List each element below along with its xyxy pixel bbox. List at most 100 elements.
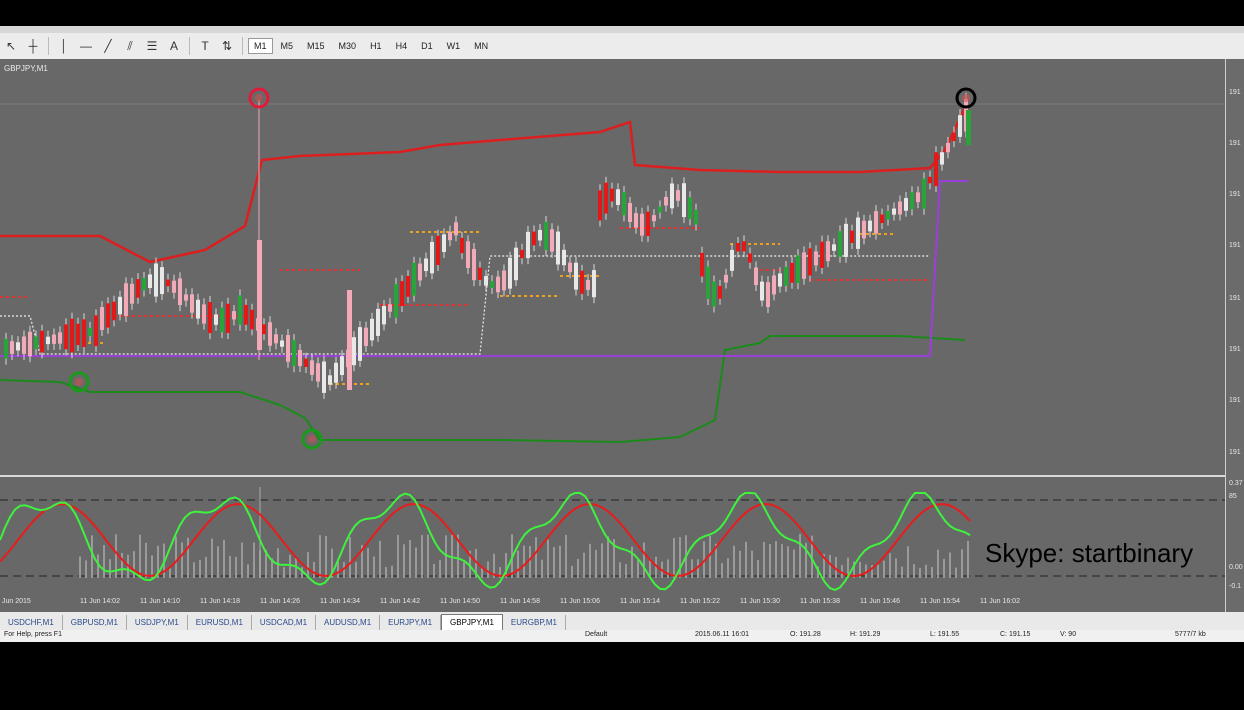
candle-body [166, 279, 170, 287]
candle-body [934, 152, 938, 187]
status-profile: Default [585, 631, 608, 638]
candle-body [736, 242, 740, 252]
time-tick-label: 11 Jun 16:02 [980, 598, 1020, 605]
candle-body [958, 115, 962, 137]
candle-body [904, 198, 908, 211]
time-tick-label: 11 Jun 15:06 [560, 598, 600, 605]
candle-body [160, 267, 164, 295]
candle-body [724, 274, 728, 283]
symbol-tab[interactable]: GBPUSD,M1 [63, 615, 127, 630]
candle-body [142, 277, 146, 291]
candle-body [544, 221, 548, 250]
candle-body [634, 213, 638, 228]
candle-body [394, 283, 398, 318]
candle-body [592, 270, 596, 298]
lower-channel-line [0, 335, 966, 444]
candle-body [100, 307, 104, 330]
price-tick-label: 191 [1229, 346, 1241, 353]
candle-body [718, 285, 722, 299]
upper-channel-line [0, 107, 967, 264]
time-tick-label: 11 Jun 15:54 [920, 598, 960, 605]
candle-body [178, 278, 182, 306]
candle-body [466, 241, 470, 269]
candle-body [82, 319, 86, 348]
symbol-tab[interactable]: EURJPY,M1 [380, 615, 442, 630]
candle-body [664, 196, 668, 206]
candle-body [574, 262, 578, 290]
candle-body [406, 276, 410, 297]
time-tick-label: 11 Jun 14:02 [80, 598, 120, 605]
candle-body [670, 183, 674, 209]
candle-body [844, 223, 848, 257]
stoch-tick-label: 85 [1229, 493, 1237, 500]
candle-body [412, 262, 416, 296]
candle-body [616, 189, 620, 205]
price-tick-label: 191 [1229, 140, 1241, 147]
candle-body [490, 281, 494, 288]
symbol-tab[interactable]: EURGBP,M1 [503, 615, 566, 630]
candle-body [712, 281, 716, 307]
symbol-tab[interactable]: GBPJPY,M1 [441, 614, 503, 630]
candle-body [112, 301, 116, 321]
candle-body [694, 209, 698, 225]
time-tick-label: 11 Jun 14:18 [200, 598, 240, 605]
candle-body [238, 295, 242, 325]
candle-body [274, 334, 278, 344]
candle-body [880, 214, 884, 224]
target-marker-icon-center [962, 94, 970, 102]
candle-body [16, 342, 20, 351]
candle-body [340, 356, 344, 376]
candle-body [748, 253, 752, 263]
price-tick-label: 191 [1229, 191, 1241, 198]
candle-body [676, 190, 680, 201]
candle-body [910, 192, 914, 210]
status-datetime: 2015.06.11 16:01 [695, 631, 749, 638]
symbol-tab[interactable]: AUDUSD,M1 [316, 615, 381, 630]
price-chart[interactable] [0, 0, 1244, 612]
candle-body [940, 152, 944, 165]
candle-body [34, 336, 38, 350]
candle-body [514, 247, 518, 281]
status-high: H: 191.29 [850, 631, 881, 638]
candle-body [10, 341, 14, 355]
time-tick-label: 11 Jun 15:14 [620, 598, 660, 605]
symbol-tab[interactable]: USDCAD,M1 [252, 615, 317, 630]
candle-body [310, 360, 314, 375]
sell-signal-icon-center [255, 94, 263, 102]
candle-body [220, 307, 224, 333]
candle-body [130, 283, 134, 304]
candle-body [298, 349, 302, 367]
status-open: O: 191.28 [790, 631, 821, 638]
candle-body [352, 337, 356, 366]
purple-level-line [0, 180, 968, 357]
time-tick-label: 11 Jun 14:26 [260, 598, 300, 605]
candle-body [706, 266, 710, 300]
candle-body [622, 192, 626, 216]
candle-body [700, 252, 704, 277]
candle-body [322, 361, 326, 393]
candle-body [424, 258, 428, 272]
symbol-tab[interactable]: EURUSD,M1 [188, 615, 252, 630]
candle-body [226, 303, 230, 334]
candle-body [280, 340, 284, 347]
candle-body [454, 222, 458, 236]
candle-body [538, 229, 542, 241]
candle-body [856, 217, 860, 249]
candle-body [802, 252, 806, 279]
candle-body [64, 324, 68, 350]
symbol-tab[interactable]: USDJPY,M1 [127, 615, 188, 630]
candle-body [754, 267, 758, 286]
symbol-tab[interactable]: USDCHF,M1 [0, 615, 63, 630]
time-tick-label: 11 Jun 14:34 [320, 598, 360, 605]
time-tick-label: 11 Jun 15:38 [800, 598, 840, 605]
candle-body [208, 302, 212, 334]
candle-body [46, 336, 50, 345]
candle-body [826, 241, 830, 262]
candle-body [688, 197, 692, 220]
spike-candle [257, 240, 262, 350]
candle-body [496, 276, 500, 293]
time-tick-label: 11 Jun 15:22 [680, 598, 720, 605]
candle-body [316, 363, 320, 382]
time-tick-label: 11 Jun 14:58 [500, 598, 540, 605]
status-low: L: 191.55 [930, 631, 960, 638]
